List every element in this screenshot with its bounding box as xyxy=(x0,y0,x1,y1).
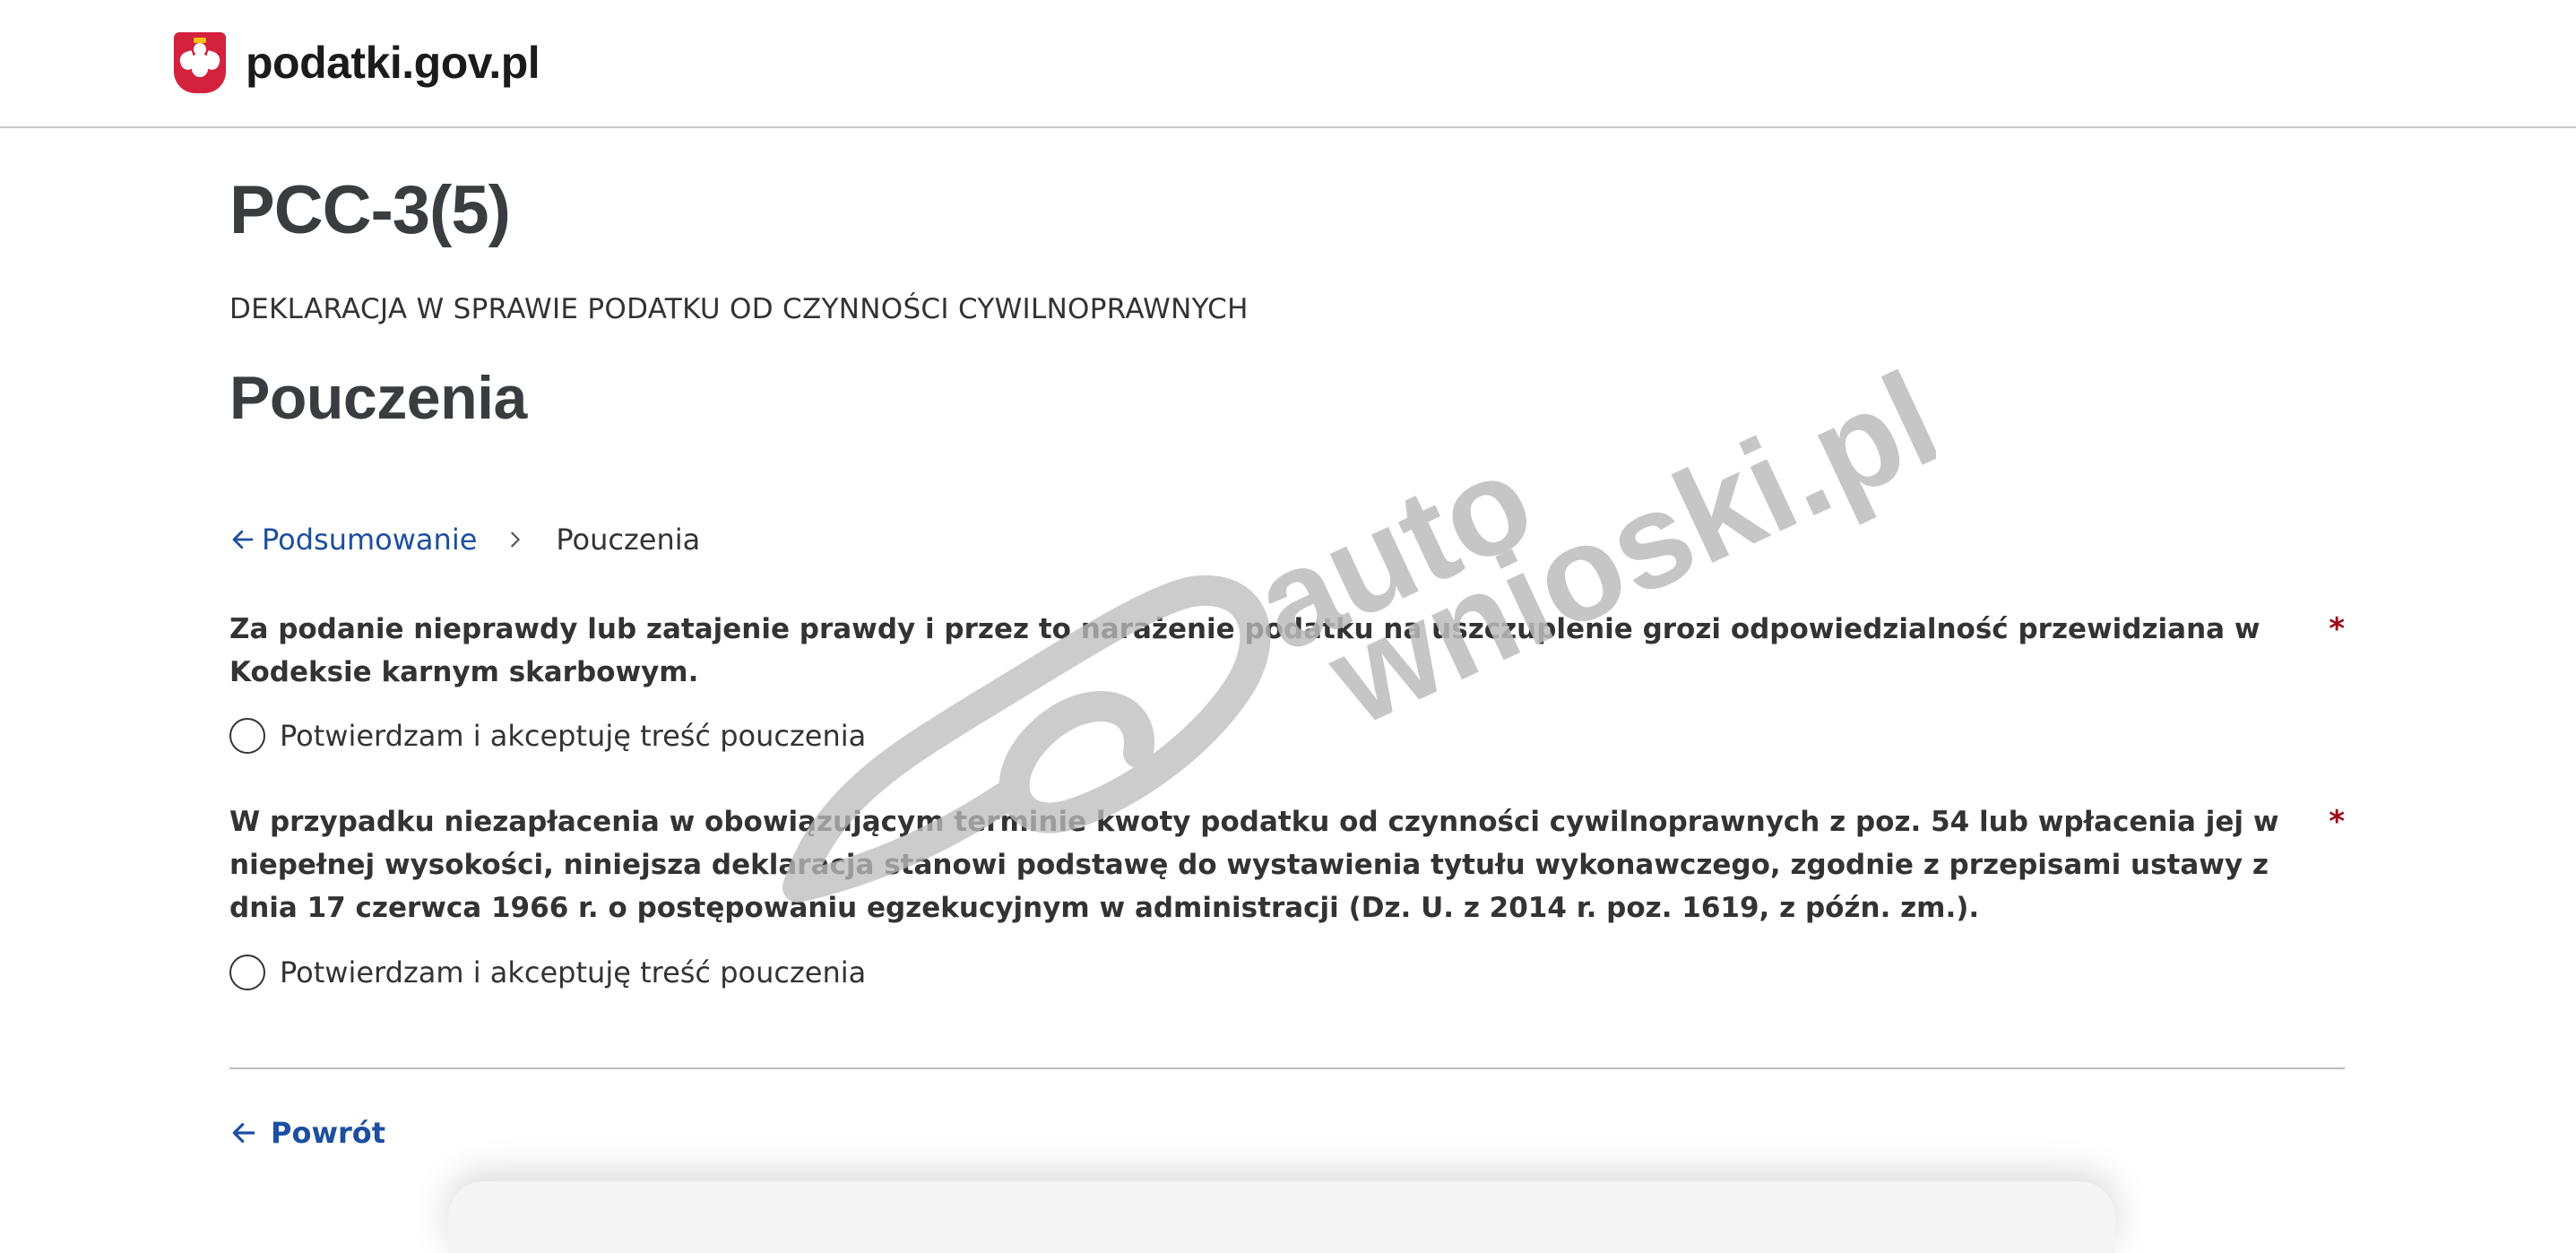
breadcrumb: Podsumowanie Pouczenia xyxy=(229,523,700,557)
breadcrumb-back-link[interactable]: Podsumowanie xyxy=(229,523,477,557)
back-button-label: Powrót xyxy=(271,1116,386,1150)
site-logo[interactable]: podatki.gov.pl xyxy=(174,32,540,93)
statement-2-confirm-radio[interactable]: Potwierdzam i akceptuję treść pouczenia xyxy=(229,955,866,990)
required-marker: * xyxy=(2329,804,2345,840)
site-name: podatki.gov.pl xyxy=(246,38,540,88)
radio-label: Potwierdzam i akceptuję treść pouczenia xyxy=(280,955,867,989)
section-title: Pouczenia xyxy=(229,364,527,432)
bottom-panel-edge xyxy=(448,1181,2115,1253)
radio-button[interactable] xyxy=(229,955,265,990)
polish-eagle-emblem-icon xyxy=(174,32,226,93)
back-button[interactable]: Powrót xyxy=(229,1116,385,1150)
statement-2-text: W przypadku niezapłacenia w obowiązujący… xyxy=(229,800,2345,929)
breadcrumb-current: Pouczenia xyxy=(556,523,701,557)
top-bar: podatki.gov.pl xyxy=(0,0,2576,128)
form-subtitle: DEKLARACJA W SPRAWIE PODATKU OD CZYNNOŚC… xyxy=(229,293,1249,325)
arrow-left-icon xyxy=(232,530,254,549)
divider xyxy=(229,1067,2345,1069)
radio-button[interactable] xyxy=(229,718,265,754)
statement-1-confirm-radio[interactable]: Potwierdzam i akceptuję treść pouczenia xyxy=(229,718,866,754)
form-code-title: PCC-3(5) xyxy=(229,172,511,248)
chevron-right-icon xyxy=(506,528,525,551)
statement-1-text: Za podanie nieprawdy lub zatajenie prawd… xyxy=(229,608,2345,694)
breadcrumb-back-label: Podsumowanie xyxy=(262,523,478,557)
statement-1-body: Za podanie nieprawdy lub zatajenie prawd… xyxy=(229,613,2260,688)
arrow-left-icon xyxy=(232,1123,255,1143)
required-marker: * xyxy=(2329,611,2345,647)
radio-label: Potwierdzam i akceptuję treść pouczenia xyxy=(280,719,867,753)
statement-2-body: W przypadku niezapłacenia w obowiązujący… xyxy=(229,806,2279,924)
